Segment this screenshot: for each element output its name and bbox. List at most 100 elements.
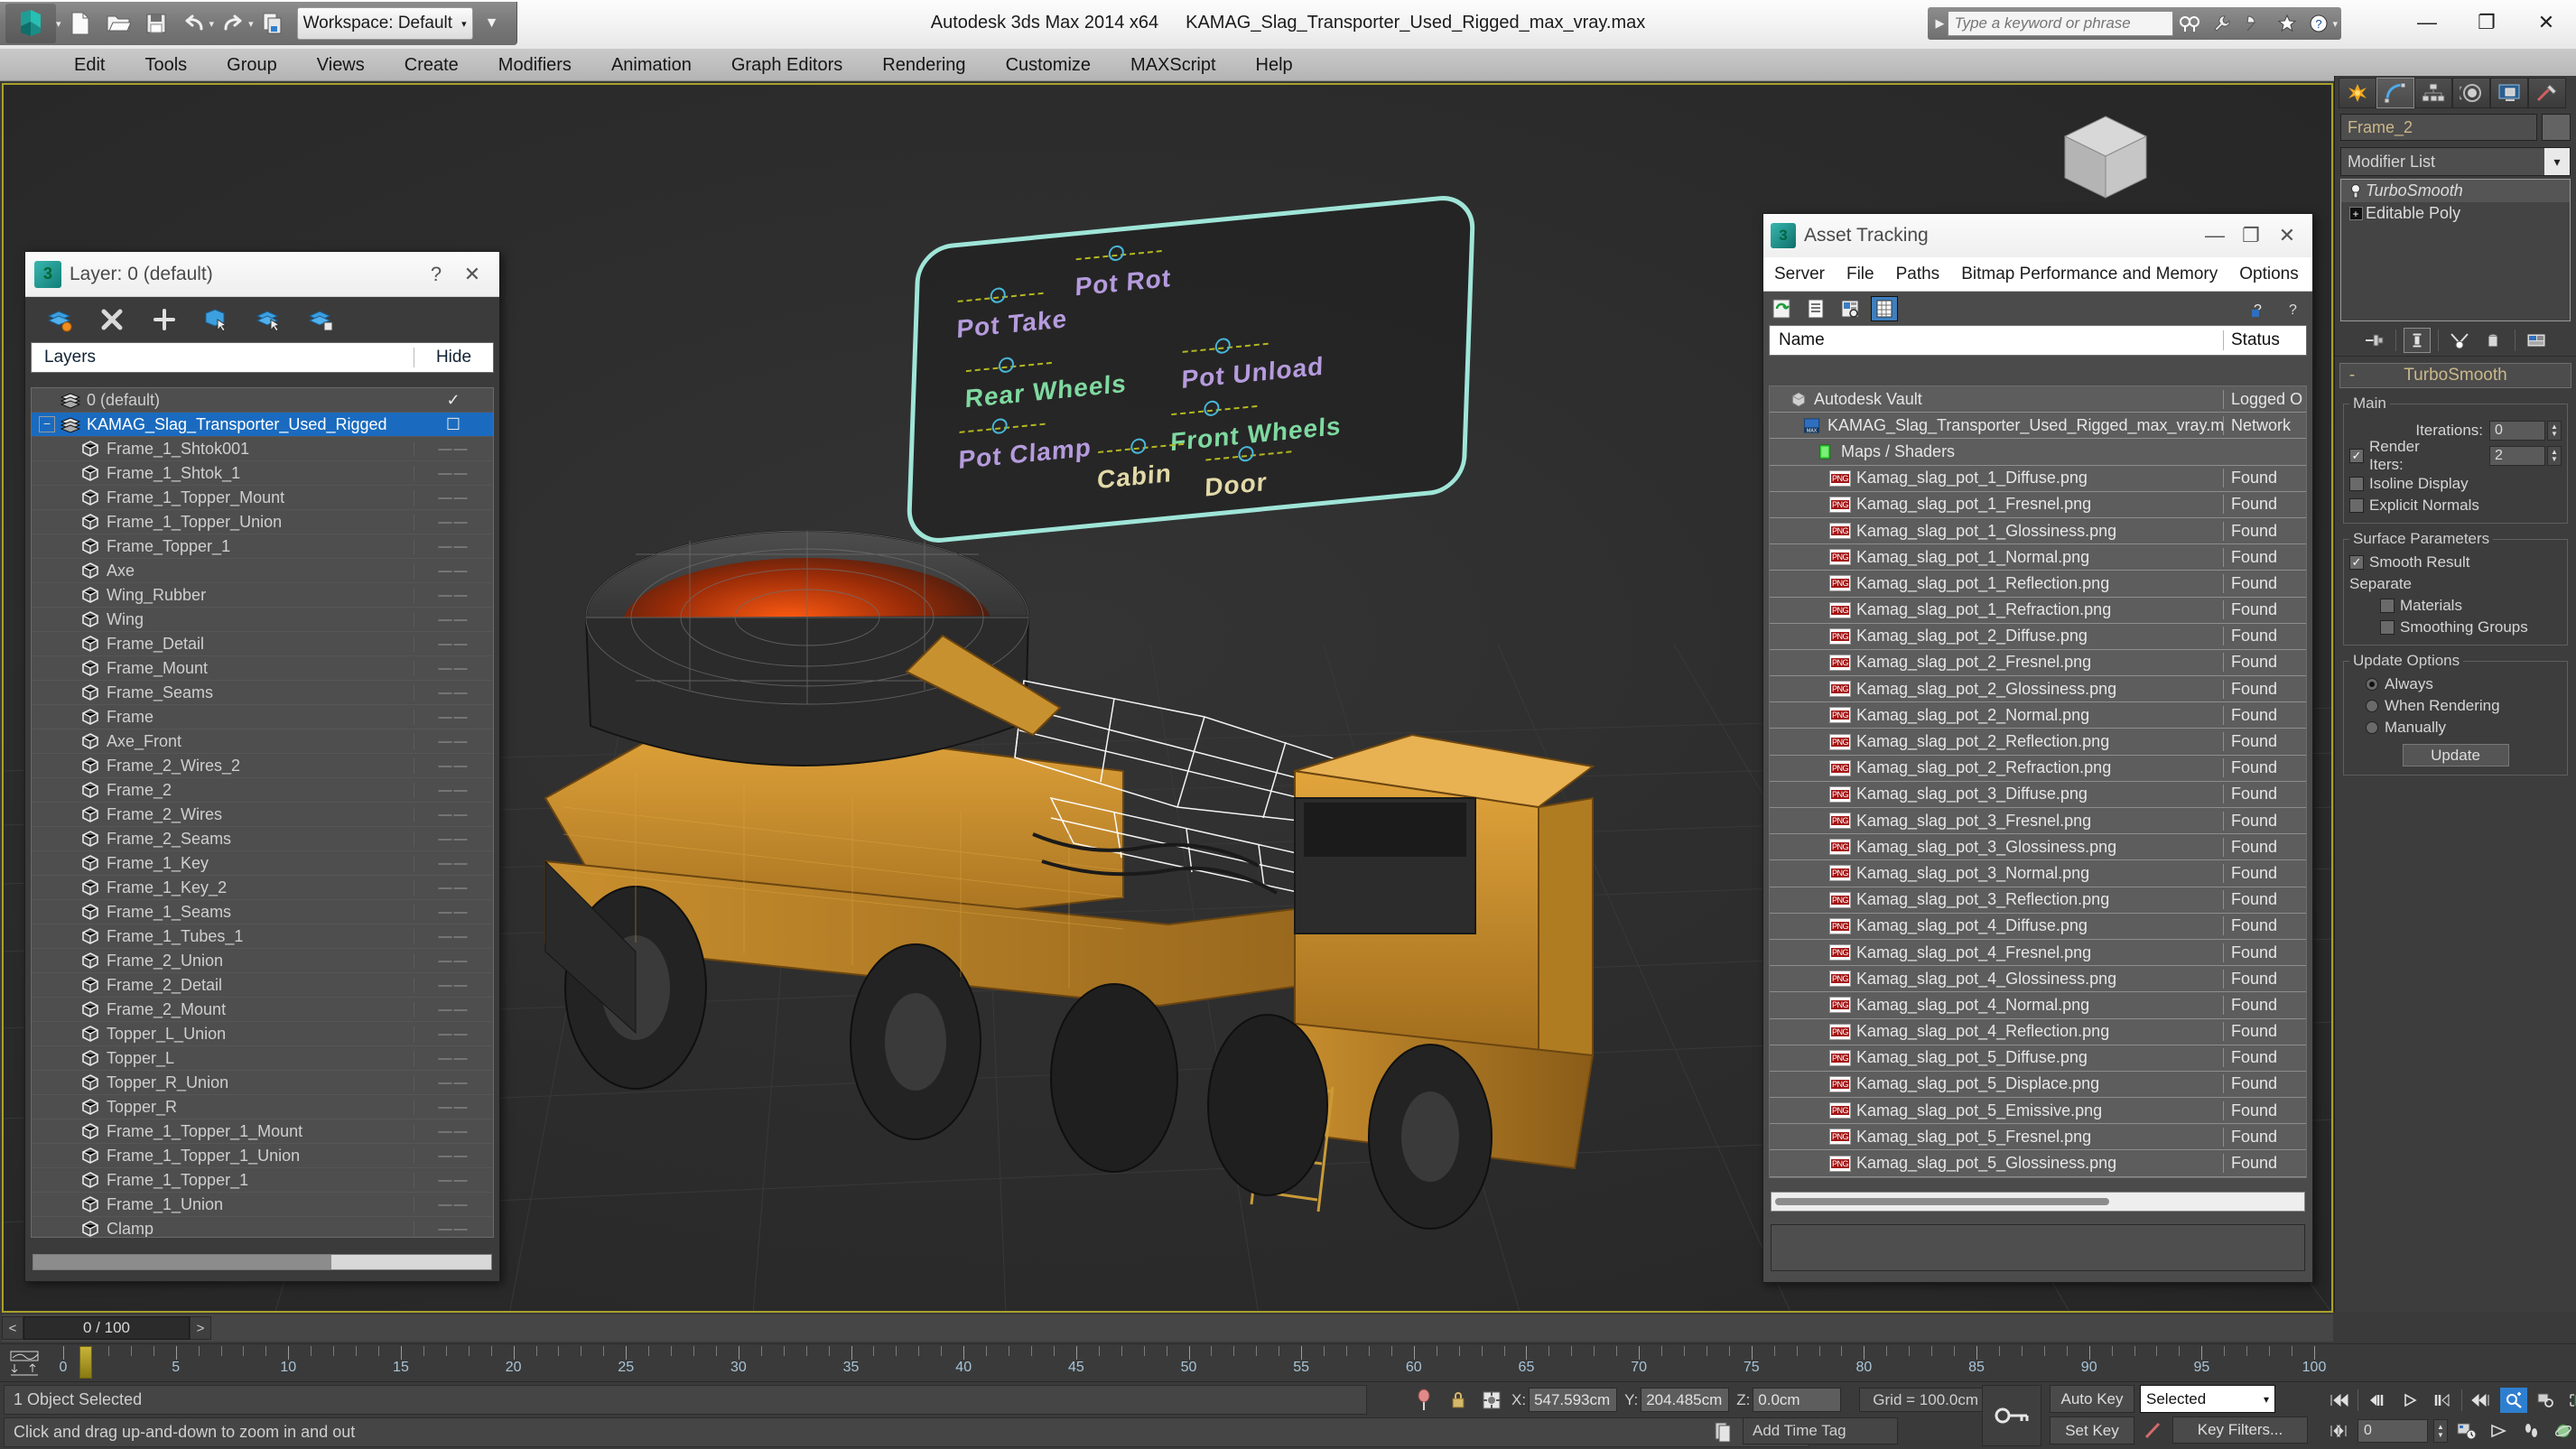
layer-row[interactable]: Frame_1_Topper_1 ―― xyxy=(32,1168,493,1193)
menu-item-graph-editors[interactable]: Graph Editors xyxy=(711,50,862,81)
smoothing-groups-checkbox[interactable] xyxy=(2380,620,2395,635)
modify-tab[interactable] xyxy=(2376,78,2414,108)
zoom-extents-icon[interactable] xyxy=(2565,1388,2576,1413)
asset-row[interactable]: PNG Kamag_slag_pot_5_Fresnel.png Found xyxy=(1770,1124,2306,1151)
layer-row[interactable]: Frame_2_Wires_2 ―― xyxy=(32,754,493,778)
layer-row[interactable]: Frame_2 ―― xyxy=(32,778,493,803)
materials-checkbox[interactable] xyxy=(2380,599,2395,613)
layer-row[interactable]: Wing_Rubber ―― xyxy=(32,583,493,608)
layer-close-button[interactable]: ✕ xyxy=(454,256,490,293)
layer-row[interactable]: Frame_1_Topper_Mount ―― xyxy=(32,486,493,510)
view-cube[interactable] xyxy=(2051,107,2160,207)
layer-row[interactable]: Topper_L_Union ―― xyxy=(32,1022,493,1046)
asset-row[interactable]: Maps / Shaders xyxy=(1770,439,2306,466)
help-icon[interactable]: ? xyxy=(2303,10,2336,37)
asset-row[interactable]: PNG Kamag_slag_pot_1_Fresnel.png Found xyxy=(1770,492,2306,518)
asset-tracking-dialog[interactable]: 3 Asset Tracking — ❐ ✕ Server File Paths Bi… xyxy=(1762,213,2313,1283)
update-button[interactable]: Update xyxy=(2402,744,2509,766)
asset-row[interactable]: PNG Kamag_slag_pot_2_Diffuse.png Found xyxy=(1770,624,2306,650)
go-to-end-icon[interactable] xyxy=(2468,1388,2495,1413)
asset-minimize-button[interactable]: — xyxy=(2197,218,2233,254)
layer-row[interactable]: − KAMAG_Slag_Transporter_Used_Rigged ☐ xyxy=(32,413,493,437)
layer-row[interactable]: Frame_Mount ―― xyxy=(32,656,493,681)
save-icon[interactable] xyxy=(137,5,175,42)
coord-value[interactable]: 547.593cm xyxy=(1529,1388,1618,1412)
asset-menu-file[interactable]: File xyxy=(1836,257,1885,292)
layer-hide-cell[interactable]: ―― xyxy=(414,1074,493,1091)
redo-icon[interactable] xyxy=(214,5,252,42)
layer-hide-cell[interactable]: ―― xyxy=(414,538,493,554)
layer-col-name[interactable]: Layers xyxy=(32,348,414,367)
grid-view-icon[interactable] xyxy=(1871,295,1898,321)
current-frame-display[interactable]: 0 / 100 xyxy=(23,1316,190,1340)
key-filters-button[interactable]: Key Filters... xyxy=(2172,1416,2308,1444)
asset-row[interactable]: PNG Kamag_slag_pot_3_Diffuse.png Found xyxy=(1770,782,2306,808)
satellite-icon[interactable] xyxy=(2238,10,2271,37)
close-button[interactable]: ✕ xyxy=(2516,0,2576,45)
zoom-region-icon[interactable] xyxy=(2533,1388,2560,1413)
prev-frame-button[interactable]: < xyxy=(2,1316,23,1340)
layer-hide-cell[interactable]: ―― xyxy=(414,855,493,871)
make-unique-icon[interactable] xyxy=(2446,328,2473,353)
time-playhead[interactable] xyxy=(79,1346,92,1379)
new-layer-icon[interactable] xyxy=(45,305,74,334)
iterations-spinner[interactable]: 0 ▲ ▼ xyxy=(2489,420,2562,441)
pin-icon[interactable] xyxy=(1409,1389,1439,1412)
layer-row[interactable]: Frame_2_Union ―― xyxy=(32,949,493,973)
menu-item-rendering[interactable]: Rendering xyxy=(862,50,985,81)
menu-item-help[interactable]: Help xyxy=(1236,50,1313,81)
asset-col-name[interactable]: Name xyxy=(1770,330,2223,350)
smooth-result-row[interactable]: ✓ Smooth Result xyxy=(2349,552,2562,573)
iterations-value[interactable]: 0 xyxy=(2489,420,2545,441)
layer-row[interactable]: Frame_2_Detail ―― xyxy=(32,973,493,998)
asset-row[interactable]: PNG Kamag_slag_pot_1_Glossiness.png Found xyxy=(1770,518,2306,545)
layer-row[interactable]: Topper_L ―― xyxy=(32,1046,493,1071)
menu-item-create[interactable]: Create xyxy=(385,50,479,81)
selection-set-combo[interactable]: Selected ▾ xyxy=(2140,1385,2275,1413)
asset-maximize-button[interactable]: ❐ xyxy=(2233,218,2269,254)
layer-hide-cell[interactable]: ―― xyxy=(414,928,493,944)
layer-hide-cell[interactable]: ―― xyxy=(414,1099,493,1115)
list-view-icon[interactable] xyxy=(1803,297,1828,320)
layer-hide-check[interactable]: ✓ xyxy=(414,391,493,410)
asset-row[interactable]: PNG Kamag_slag_pot_3_Glossiness.png Found xyxy=(1770,834,2306,861)
always-radio[interactable] xyxy=(2366,678,2378,691)
asset-row[interactable]: PNG Kamag_slag_pot_3_Reflection.png Found xyxy=(1770,887,2306,914)
render-iters-checkbox[interactable]: ✓ xyxy=(2349,448,2364,463)
pin-stack-icon[interactable] xyxy=(2361,328,2388,353)
layer-help-button[interactable]: ? xyxy=(418,256,454,293)
smooth-result-checkbox[interactable]: ✓ xyxy=(2349,555,2364,570)
coord-value[interactable]: 0.0cm xyxy=(1753,1388,1842,1412)
manually-radio[interactable] xyxy=(2366,721,2378,734)
layer-row[interactable]: Clamp ―― xyxy=(32,1217,493,1237)
asset-row[interactable]: PNG Kamag_slag_pot_1_Normal.png Found xyxy=(1770,544,2306,571)
layer-row[interactable]: Frame_1_Key ―― xyxy=(32,851,493,876)
add-layer-icon[interactable] xyxy=(150,305,179,334)
layer-row[interactable]: 0 (default) ✓ xyxy=(32,388,493,413)
modifier-stack-item[interactable]: + Editable Poly xyxy=(2341,202,2570,225)
menu-item-views[interactable]: Views xyxy=(297,50,385,81)
layer-row[interactable]: Frame_2_Wires ―― xyxy=(32,803,493,827)
layer-col-hide[interactable]: Hide xyxy=(414,348,493,367)
menu-item-edit[interactable]: Edit xyxy=(54,50,125,81)
layer-row[interactable]: Frame_Topper_1 ―― xyxy=(32,534,493,559)
when-rendering-radio-row[interactable]: When Rendering xyxy=(2349,695,2562,717)
modifier-stack-item[interactable]: TurboSmooth xyxy=(2341,180,2570,202)
explicit-normals-row[interactable]: Explicit Normals xyxy=(2349,495,2562,516)
layer-hide-cell[interactable]: ―― xyxy=(414,1172,493,1188)
asset-row[interactable]: PNG Kamag_slag_pot_2_Reflection.png Found xyxy=(1770,729,2306,756)
motion-tab[interactable] xyxy=(2452,78,2490,108)
search-expander-icon[interactable]: ▶ xyxy=(1931,16,1948,31)
select-objects-icon[interactable] xyxy=(202,305,231,334)
asset-row[interactable]: PNG Kamag_slag_pot_1_Reflection.png Found xyxy=(1770,571,2306,598)
frame-spinner-arrows[interactable]: ▲ ▼ xyxy=(2433,1419,2448,1443)
layer-hide-cell[interactable]: ―― xyxy=(414,1147,493,1164)
layer-row[interactable]: Wing ―― xyxy=(32,608,493,632)
layer-row[interactable]: Frame_Seams ―― xyxy=(32,681,493,705)
set-project-icon[interactable] xyxy=(254,5,292,42)
wrench-icon[interactable] xyxy=(2206,10,2238,37)
asset-row[interactable]: PNG Kamag_slag_pot_4_Normal.png Found xyxy=(1770,992,2306,1019)
layer-row[interactable]: Frame_2_Seams ―― xyxy=(32,827,493,851)
layer-hide-cell[interactable]: ―― xyxy=(414,879,493,896)
menu-item-tools[interactable]: Tools xyxy=(125,50,207,81)
